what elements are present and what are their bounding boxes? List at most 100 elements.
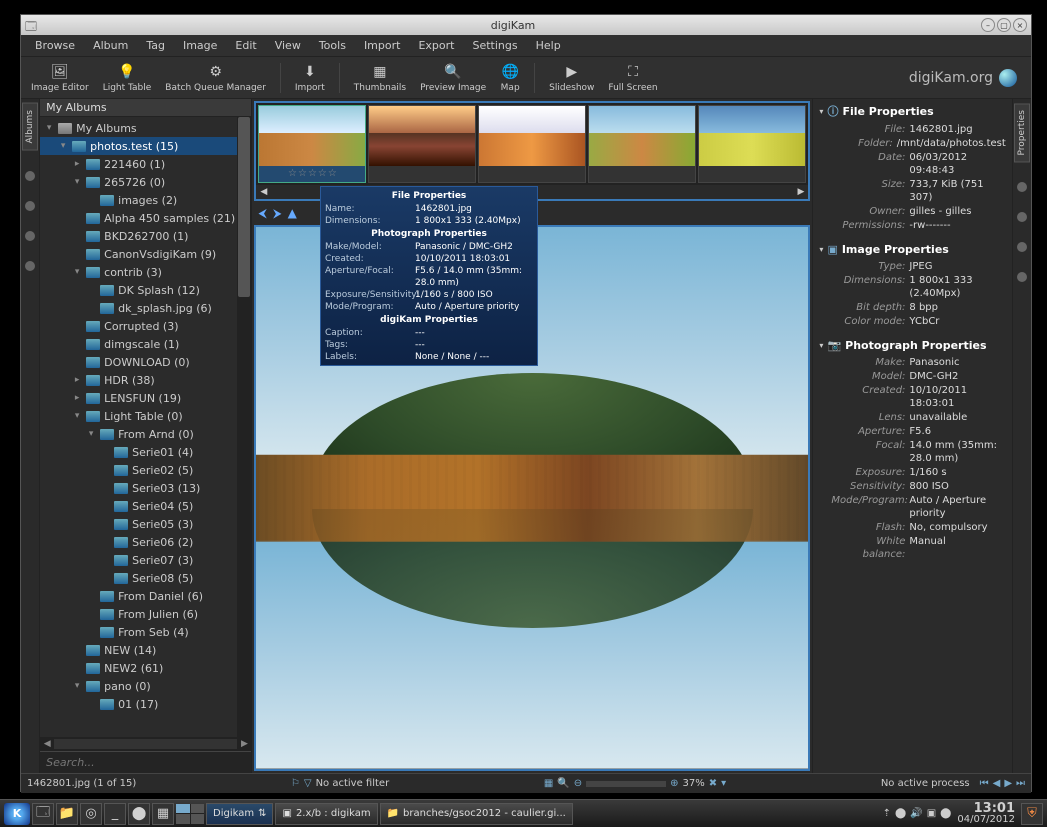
taskbar-app-icon[interactable]: ⬤ [128, 803, 150, 825]
expand-icon[interactable]: ▾ [72, 681, 82, 691]
menu-album[interactable]: Album [85, 37, 136, 54]
tree-item[interactable]: Serie04 (5) [40, 497, 251, 515]
taskbar-app-icon[interactable]: ▦ [152, 803, 174, 825]
tree-item[interactable]: dimgscale (1) [40, 335, 251, 353]
zoom-slider[interactable] [586, 781, 666, 787]
skip-fwd-icon[interactable]: ⏭ [1016, 778, 1025, 789]
zoom-out-icon[interactable]: ⊖ [574, 778, 582, 789]
tree-item[interactable]: NEW (14) [40, 641, 251, 659]
tree-item[interactable]: ▾From Arnd (0) [40, 425, 251, 443]
select-icon[interactable]: ▦ [544, 778, 553, 789]
tree-item[interactable]: Serie01 (4) [40, 443, 251, 461]
search-input[interactable] [40, 752, 251, 773]
tree-item[interactable]: Serie03 (13) [40, 479, 251, 497]
close-button[interactable]: × [1013, 18, 1027, 32]
tool-light-table[interactable]: 💡Light Table [99, 61, 156, 95]
tree-item[interactable]: Alpha 450 samples (21) [40, 209, 251, 227]
tray-shield-icon[interactable]: ⛨ [1021, 803, 1043, 825]
thumbnail[interactable]: JPG [368, 105, 476, 183]
tree-item[interactable]: ▾My Albums [40, 119, 251, 137]
tray-volume-icon[interactable]: 🔊 [910, 808, 922, 819]
prop-section-photo[interactable]: ▾📷Photograph Properties [819, 339, 1005, 352]
brand-link[interactable]: digiKam.org [909, 69, 1025, 87]
taskbar-terminal-icon[interactable]: _ [104, 803, 126, 825]
tree-item[interactable]: DOWNLOAD (0) [40, 353, 251, 371]
tag-icon[interactable]: ⚐ [291, 778, 300, 789]
tree-item[interactable]: images (2) [40, 191, 251, 209]
maximize-button[interactable]: ▢ [997, 18, 1011, 32]
tree-item[interactable]: Serie05 (3) [40, 515, 251, 533]
tree-item[interactable]: ▾photos.test (15) [40, 137, 251, 155]
tree-item[interactable]: Serie07 (3) [40, 551, 251, 569]
tool-fullscreen[interactable]: ⛶Full Screen [604, 61, 661, 95]
task-item-digikam[interactable]: Digikam⇅ [206, 803, 273, 825]
thumbnail[interactable]: JPG [698, 105, 806, 183]
tool-thumbnails[interactable]: ▦Thumbnails [350, 61, 410, 95]
tree-item[interactable]: NEW2 (61) [40, 659, 251, 677]
tool-import[interactable]: ⬇Import [291, 61, 329, 95]
strip-left-icon[interactable]: ◀ [260, 187, 267, 197]
tree-item[interactable]: ▸LENSFUN (19) [40, 389, 251, 407]
clock[interactable]: 13:01 04/07/2012 [953, 803, 1019, 825]
scroll-track[interactable] [54, 739, 237, 749]
menu-export[interactable]: Export [410, 37, 462, 54]
tray-icon[interactable]: ⬤ [895, 808, 906, 819]
tree-item[interactable]: Serie06 (2) [40, 533, 251, 551]
scrollbar-thumb[interactable] [238, 117, 250, 297]
tree-item[interactable]: ▾contrib (3) [40, 263, 251, 281]
tree-item[interactable]: Corrupted (3) [40, 317, 251, 335]
scroll-left-icon[interactable]: ◀ [40, 739, 54, 749]
menu-image[interactable]: Image [175, 37, 225, 54]
tool-map[interactable]: 🌐Map [496, 61, 524, 95]
nav-up-icon[interactable]: ▲ [288, 206, 297, 220]
tree-item[interactable]: ▸HDR (38) [40, 371, 251, 389]
titlebar[interactable]: 🗔 digiKam – ▢ × [21, 15, 1031, 35]
tree-scrollbar[interactable] [237, 117, 251, 737]
expand-icon[interactable]: ▾ [72, 411, 82, 421]
tree-item[interactable]: CanonVsdigiKam (9) [40, 245, 251, 263]
rating-stars[interactable]: ☆☆☆☆☆ [288, 166, 337, 181]
tree-item[interactable]: ▾pano (0) [40, 677, 251, 695]
expand-icon[interactable]: ▸ [72, 159, 82, 169]
thumbnail[interactable]: JPG [478, 105, 586, 183]
kmenu-button[interactable]: K [4, 803, 30, 825]
taskbar-browser-icon[interactable]: ◎ [80, 803, 102, 825]
menu-import[interactable]: Import [356, 37, 409, 54]
tree-item[interactable]: Serie02 (5) [40, 461, 251, 479]
strip-right-icon[interactable]: ▶ [798, 187, 805, 197]
taskbar-filemanager-icon[interactable]: 📁 [56, 803, 78, 825]
menu-edit[interactable]: Edit [227, 37, 264, 54]
prev-icon[interactable]: ◀ [993, 778, 1001, 789]
task-item[interactable]: ▣2.x/b : digikam [275, 803, 377, 825]
menu-view[interactable]: View [267, 37, 309, 54]
expand-icon[interactable]: ▾ [44, 123, 54, 133]
minimize-button[interactable]: – [981, 18, 995, 32]
tree-item[interactable]: From Daniel (6) [40, 587, 251, 605]
scroll-right-icon[interactable]: ▶ [237, 739, 251, 749]
zoom-fit-icon[interactable]: 🔍 [557, 778, 569, 789]
thumbnail[interactable]: JPG☆☆☆☆☆ [258, 105, 366, 183]
tree-item[interactable]: dk_splash.jpg (6) [40, 299, 251, 317]
nav-forward-icon[interactable]: ⮞ [273, 206, 282, 221]
tree-item[interactable]: ▸221460 (1) [40, 155, 251, 173]
tray-icon[interactable]: ⬤ [940, 808, 951, 819]
funnel-icon[interactable]: ▽ [304, 778, 312, 789]
menu-help[interactable]: Help [528, 37, 569, 54]
tree-item[interactable]: From Julien (6) [40, 605, 251, 623]
rail-tab-properties[interactable]: Properties [1014, 103, 1030, 162]
expand-icon[interactable]: ▾ [86, 429, 96, 439]
taskbar-desktop-icon[interactable]: 🗔 [32, 803, 54, 825]
expand-icon[interactable]: ▾ [58, 141, 68, 151]
thumbnail[interactable]: JPG [588, 105, 696, 183]
expand-icon[interactable]: ▸ [72, 375, 82, 385]
tool-preview[interactable]: 🔍Preview Image [416, 61, 490, 95]
zoom-reset-icon[interactable]: ✖ [709, 778, 717, 789]
tree-item[interactable]: From Seb (4) [40, 623, 251, 641]
expand-icon[interactable]: ▾ [72, 267, 82, 277]
tree-item[interactable]: ▾265726 (0) [40, 173, 251, 191]
tree-item[interactable]: ▾Light Table (0) [40, 407, 251, 425]
menu-tag[interactable]: Tag [138, 37, 173, 54]
tray-icon[interactable]: ⇡ [883, 808, 891, 819]
chevron-down-icon[interactable]: ▾ [721, 778, 726, 789]
menu-tools[interactable]: Tools [311, 37, 354, 54]
